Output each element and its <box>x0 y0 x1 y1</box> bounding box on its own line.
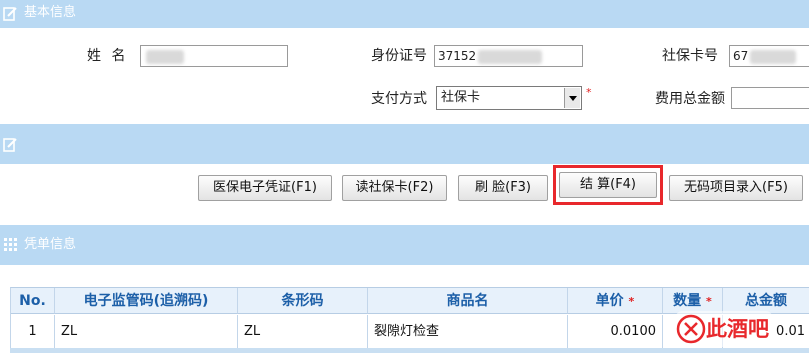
watermark-logo: 此酒吧 <box>676 311 772 347</box>
chevron-down-icon[interactable] <box>564 88 580 108</box>
required-mark: * <box>628 295 635 308</box>
table-bottom-band <box>10 348 809 353</box>
total-fee-field[interactable] <box>731 87 809 109</box>
section-title: 基本信息 <box>24 5 77 20</box>
required-mark: * <box>586 86 592 99</box>
edit-icon <box>3 138 17 152</box>
watermark-text: 此酒吧 <box>706 317 769 341</box>
column-header-trace-code: 电子监管码(追溯码) <box>55 288 238 314</box>
read-card-button[interactable]: 读社保卡(F2) <box>342 175 447 201</box>
column-header-barcode: 条形码 <box>238 288 368 314</box>
masked-value <box>146 49 184 64</box>
cell-no: 1 <box>11 315 55 348</box>
social-card-field[interactable]: 67 <box>729 45 809 67</box>
id-number-label: 身份证号 <box>371 48 427 64</box>
column-header-no: No. <box>11 288 55 314</box>
edit-icon <box>3 7 17 21</box>
section-title: 凭单信息 <box>24 237 77 252</box>
basic-info-section-header: 基本信息 <box>0 0 809 28</box>
column-header-product-name: 商品名 <box>368 288 568 314</box>
actions-section-header <box>0 124 809 164</box>
column-header-unit-price: 单价 * <box>568 288 663 314</box>
medical-voucher-button[interactable]: 医保电子凭证(F1) <box>198 175 332 201</box>
no-code-entry-button[interactable]: 无码项目录入(F5) <box>669 175 803 201</box>
name-field[interactable] <box>140 45 288 67</box>
cell-barcode[interactable]: ZL <box>238 315 368 348</box>
grid-icon <box>4 238 17 251</box>
cell-trace-code[interactable]: ZL <box>55 315 238 348</box>
face-scan-button[interactable]: 刷 脸(F3) <box>458 175 548 201</box>
cell-unit-price[interactable]: 0.0100 <box>568 315 663 348</box>
id-number-field[interactable]: 37152 <box>434 45 583 67</box>
payment-method-select[interactable]: 社保卡 <box>436 86 582 110</box>
masked-value <box>478 49 543 64</box>
watermark-badge-icon <box>676 314 706 344</box>
masked-value <box>750 49 797 64</box>
settle-button[interactable]: 结 算(F4) <box>559 172 657 198</box>
total-fee-label: 费用总金额 <box>655 91 725 107</box>
social-card-label: 社保卡号 <box>662 48 718 64</box>
required-mark: * <box>706 295 712 308</box>
name-label: 姓 名 <box>87 48 129 64</box>
voucher-info-section-header: 凭单信息 <box>0 225 809 265</box>
payment-method-label: 支付方式 <box>371 91 427 107</box>
cell-product-name: 裂隙灯检查 <box>368 315 568 348</box>
